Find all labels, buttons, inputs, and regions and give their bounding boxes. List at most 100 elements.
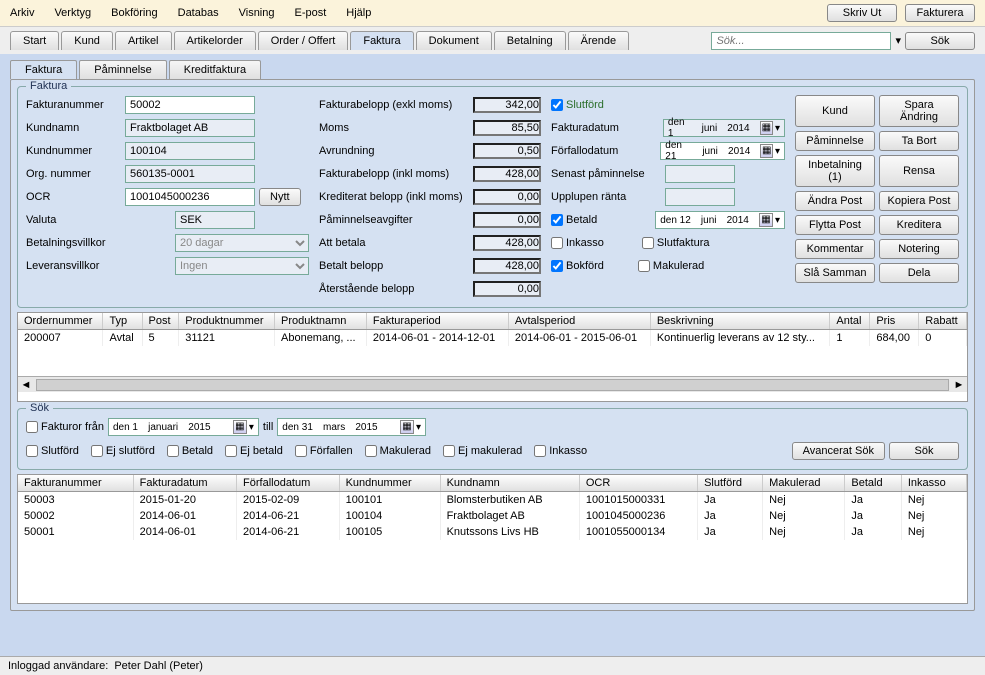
ocr-new-button[interactable]: Nytt (259, 188, 301, 206)
date-invoice[interactable]: den 1 juni 2014 ▦▾ (663, 119, 785, 137)
chk-paid[interactable]: Betald (551, 214, 597, 226)
menu-databas[interactable]: Databas (178, 7, 219, 19)
chk-posted[interactable]: Bokförd (551, 260, 604, 272)
tab-order-offert[interactable]: Order / Offert (258, 31, 349, 50)
scrollbar-thumb[interactable] (36, 379, 949, 391)
btn-move[interactable]: Flytta Post (795, 215, 875, 235)
input-cust-no[interactable] (125, 142, 255, 160)
subtab-paminnelse[interactable]: Påminnelse (79, 60, 166, 79)
tab-faktura[interactable]: Faktura (350, 31, 413, 50)
btn-split[interactable]: Dela (879, 263, 959, 283)
col-header[interactable]: Ordernummer (18, 313, 103, 330)
filter-ej-betald[interactable]: Ej betald (225, 445, 283, 457)
scroll-right-icon[interactable]: ► (951, 379, 967, 391)
col-header[interactable]: Makulerad (763, 475, 845, 492)
btn-save[interactable]: Spara Ändring (879, 95, 959, 127)
tab-arende[interactable]: Ärende (568, 31, 629, 50)
btn-customer[interactable]: Kund (795, 95, 875, 127)
btn-edit[interactable]: Ändra Post (795, 191, 875, 211)
chk-from[interactable]: Fakturor från (26, 421, 104, 433)
invoice-button[interactable]: Fakturera (905, 4, 975, 22)
tab-start[interactable]: Start (10, 31, 59, 50)
tab-betalning[interactable]: Betalning (494, 31, 566, 50)
table-row[interactable]: 500022014-06-012014-06-21100104Fraktbola… (18, 508, 967, 524)
input-org-no[interactable] (125, 165, 255, 183)
calendar-icon[interactable]: ▦ (759, 213, 773, 227)
subtab-faktura[interactable]: Faktura (10, 60, 77, 79)
menu-epost[interactable]: E-post (295, 7, 327, 19)
col-header[interactable]: Fakturaperiod (366, 313, 508, 330)
col-header[interactable]: Fakturanummer (18, 475, 133, 492)
chk-void[interactable]: Makulerad (638, 260, 704, 272)
calendar-icon[interactable]: ▦ (400, 420, 414, 434)
chevron-down-icon[interactable]: ▾ (775, 215, 780, 226)
select-pay-terms[interactable]: 20 dagar (175, 234, 309, 252)
menu-arkiv[interactable]: Arkiv (10, 7, 34, 19)
chevron-down-icon[interactable]: ▾ (775, 146, 780, 157)
btn-search[interactable]: Sök (889, 442, 959, 460)
table-row[interactable]: 500032015-01-202015-02-09100101Blomsterb… (18, 492, 967, 509)
col-header[interactable]: Betald (845, 475, 901, 492)
filter-ej-makulerad[interactable]: Ej makulerad (443, 445, 522, 457)
calendar-icon[interactable]: ▦ (233, 420, 247, 434)
h-scrollbar[interactable]: ◄ ► (18, 376, 967, 392)
input-cust-name[interactable] (125, 119, 255, 137)
col-header[interactable]: OCR (579, 475, 697, 492)
filter-makulerad[interactable]: Makulerad (365, 445, 431, 457)
tab-artikel[interactable]: Artikel (115, 31, 172, 50)
table-row[interactable]: 200007Avtal531121Abonemang, ...2014-06-0… (18, 330, 967, 347)
filter-slutförd[interactable]: Slutförd (26, 445, 79, 457)
col-header[interactable]: Inkasso (901, 475, 966, 492)
print-button[interactable]: Skriv Ut (827, 4, 897, 22)
filter-ej-slutförd[interactable]: Ej slutförd (91, 445, 155, 457)
col-header[interactable]: Antal (830, 313, 870, 330)
col-header[interactable]: Produktnamn (275, 313, 367, 330)
col-header[interactable]: Slutförd (698, 475, 763, 492)
chk-inkasso[interactable]: Inkasso (551, 237, 604, 249)
chevron-down-icon[interactable]: ▾ (416, 422, 421, 433)
btn-copy[interactable]: Kopiera Post (879, 191, 959, 211)
global-search-button[interactable]: Sök (905, 32, 975, 50)
calendar-icon[interactable]: ▦ (760, 144, 773, 158)
filter-betald[interactable]: Betald (167, 445, 213, 457)
tab-kund[interactable]: Kund (61, 31, 113, 50)
menu-visning[interactable]: Visning (239, 7, 275, 19)
col-header[interactable]: Produktnummer (179, 313, 275, 330)
input-currency[interactable] (175, 211, 255, 229)
tab-artikelorder[interactable]: Artikelorder (174, 31, 256, 50)
btn-reminder[interactable]: Påminnelse (795, 131, 875, 151)
col-header[interactable]: Fakturadatum (133, 475, 236, 492)
input-ocr[interactable] (125, 188, 255, 206)
col-header[interactable]: Post (142, 313, 179, 330)
subtab-kreditfaktura[interactable]: Kreditfaktura (169, 60, 261, 79)
col-header[interactable]: Kundnamn (440, 475, 579, 492)
btn-payment[interactable]: Inbetalning (1) (795, 155, 875, 187)
calendar-icon[interactable]: ▦ (760, 121, 773, 135)
search-dropdown-icon[interactable]: ▾ (891, 34, 905, 47)
menu-hjalp[interactable]: Hjälp (346, 7, 371, 19)
btn-delete[interactable]: Ta Bort (879, 131, 959, 151)
date-from[interactable]: den 1 januari 2015 ▦▾ (108, 418, 259, 436)
col-header[interactable]: Beskrivning (650, 313, 830, 330)
filter-förfallen[interactable]: Förfallen (295, 445, 353, 457)
col-header[interactable]: Typ (103, 313, 142, 330)
btn-credit[interactable]: Kreditera (879, 215, 959, 235)
col-header[interactable]: Kundnummer (339, 475, 440, 492)
scroll-left-icon[interactable]: ◄ (18, 379, 34, 391)
global-search-input[interactable] (711, 32, 891, 50)
btn-advanced-search[interactable]: Avancerat Sök (792, 442, 885, 460)
input-invoice-no[interactable] (125, 96, 255, 114)
menu-bokforing[interactable]: Bokföring (111, 7, 157, 19)
date-due[interactable]: den 21 juni 2014 ▦▾ (660, 142, 785, 160)
date-paid[interactable]: den 12 juni 2014 ▦▾ (655, 211, 785, 229)
col-header[interactable]: Rabatt (919, 313, 967, 330)
btn-comment[interactable]: Kommentar (795, 239, 875, 259)
date-to[interactable]: den 31 mars 2015 ▦▾ (277, 418, 426, 436)
chk-completed[interactable]: Slutförd (551, 99, 604, 111)
btn-clear[interactable]: Rensa (879, 155, 959, 187)
chevron-down-icon[interactable]: ▾ (775, 123, 780, 134)
chevron-down-icon[interactable]: ▾ (249, 422, 254, 433)
btn-merge[interactable]: Slå Samman (795, 263, 875, 283)
col-header[interactable]: Pris (870, 313, 919, 330)
menu-verktyg[interactable]: Verktyg (54, 7, 91, 19)
